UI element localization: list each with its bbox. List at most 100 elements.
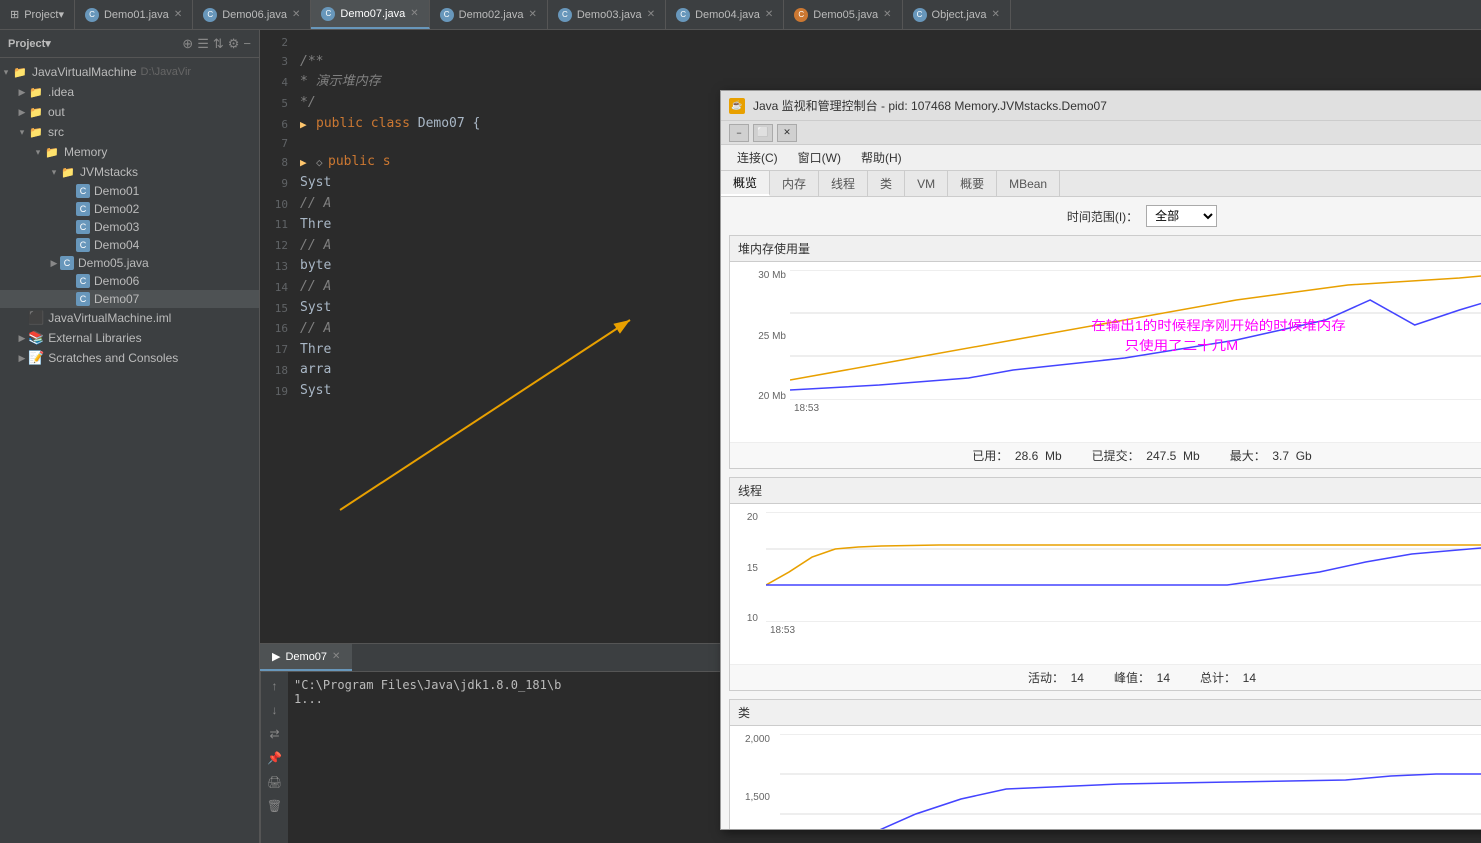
class-chart-svg bbox=[780, 734, 1481, 829]
demo05-label: Demo05.java bbox=[813, 9, 878, 21]
jvm-menu-bar: 连接(C) 窗口(W) 帮助(H) bbox=[721, 145, 1481, 171]
out-arrow: ▶ bbox=[16, 106, 28, 118]
btn-down[interactable]: ↓ bbox=[265, 700, 285, 720]
jvm-menu-connect[interactable]: 连接(C) bbox=[729, 147, 786, 168]
svg-text:只使用了二十几M: 只使用了二十几M bbox=[1125, 338, 1239, 353]
time-range-select[interactable]: 全部 1 分钟 5 分钟 10 分钟 bbox=[1146, 205, 1217, 227]
jvm-title-bar: ☕ Java 监视和管理控制台 - pid: 107468 Memory.JVM… bbox=[721, 91, 1481, 121]
btn-up[interactable]: ↑ bbox=[265, 676, 285, 696]
btn-wrap[interactable]: ⇄ bbox=[265, 724, 285, 744]
demo02-close[interactable]: ✕ bbox=[528, 9, 536, 20]
run-close[interactable]: ✕ bbox=[332, 651, 340, 662]
linecontent-3: /** bbox=[300, 52, 1481, 73]
src-icon: 📁 bbox=[28, 124, 44, 140]
sidebar-icon-minus[interactable]: − bbox=[243, 36, 251, 52]
heap-x-label: 18:53 bbox=[794, 403, 819, 414]
jvm-tab-overview[interactable]: 概览 bbox=[721, 171, 770, 196]
heap-chart-footer: 已用： 28.6 Mb 已提交： 247.5 Mb 最大： 3.7 Gb bbox=[730, 442, 1481, 468]
jvm-tab-summary[interactable]: 概要 bbox=[948, 171, 997, 196]
demo01-tree-label: Demo01 bbox=[94, 184, 139, 198]
thread-footer-total: 总计： 14 bbox=[1200, 669, 1256, 686]
svg-text:在输出1的时候程序刚开始的时候堆内存: 在输出1的时候程序刚开始的时候堆内存 bbox=[1091, 319, 1346, 333]
memory-icon: 📁 bbox=[44, 144, 60, 160]
heap-footer-committed: 已提交： 247.5 Mb bbox=[1092, 447, 1200, 464]
tab-object[interactable]: C Object.java ✕ bbox=[903, 0, 1011, 29]
tree-src[interactable]: ▾ 📁 src bbox=[0, 122, 259, 142]
thread-y-10: 10 bbox=[734, 613, 758, 624]
demo04-label: Demo04.java bbox=[695, 9, 760, 21]
tree-demo03[interactable]: C Demo03 bbox=[0, 218, 259, 236]
scratches-icon: 📝 bbox=[28, 350, 44, 366]
time-range-label: 时间范围(I)： bbox=[1067, 208, 1138, 225]
idea-label: .idea bbox=[48, 85, 74, 99]
tree-demo06[interactable]: C Demo06 bbox=[0, 272, 259, 290]
tree-memory[interactable]: ▾ 📁 Memory bbox=[0, 142, 259, 162]
sidebar-icon-align[interactable]: ⇅ bbox=[213, 36, 224, 52]
demo07-close[interactable]: ✕ bbox=[410, 8, 418, 19]
tree-demo05java[interactable]: ▶ C Demo05.java bbox=[0, 254, 259, 272]
tree-root[interactable]: ▾ 📁 JavaVirtualMachine D:\JavaVir bbox=[0, 62, 259, 82]
tab-demo01[interactable]: C Demo01.java ✕ bbox=[75, 0, 193, 29]
idea-icon: 📁 bbox=[28, 84, 44, 100]
tree-iml[interactable]: ⬛ JavaVirtualMachine.iml bbox=[0, 308, 259, 328]
thread-chart-title: 线程 bbox=[730, 478, 1481, 504]
linenum-12: 12 bbox=[260, 237, 300, 255]
demo05-icon: C bbox=[794, 8, 808, 22]
thread-chart-body: 20 15 10 bbox=[730, 504, 1481, 664]
sidebar-icon-gear[interactable]: ⚙ bbox=[228, 36, 240, 52]
jvm-tab-mbean[interactable]: MBean bbox=[997, 171, 1060, 196]
object-icon: C bbox=[913, 8, 927, 22]
marker-8: ◇ bbox=[316, 154, 328, 172]
jvm-secondary-bar: − ⬜ ✕ bbox=[721, 121, 1481, 145]
tree-jvmstacks[interactable]: ▾ 📁 JVMstacks bbox=[0, 162, 259, 182]
object-close[interactable]: ✕ bbox=[992, 9, 1000, 20]
jvm-tab-memory[interactable]: 内存 bbox=[770, 171, 819, 196]
jvm-tab-thread[interactable]: 线程 bbox=[819, 171, 868, 196]
tree-out[interactable]: ▶ 📁 out bbox=[0, 102, 259, 122]
tab-demo07[interactable]: C Demo07.java ✕ bbox=[311, 0, 429, 29]
tree-demo04[interactable]: C Demo04 bbox=[0, 236, 259, 254]
demo06-close[interactable]: ✕ bbox=[292, 9, 300, 20]
sidebar-icon-list[interactable]: ☰ bbox=[197, 36, 209, 52]
btn-print[interactable]: 🖨 bbox=[265, 772, 285, 792]
tab-demo02[interactable]: C Demo02.java ✕ bbox=[430, 0, 548, 29]
linenum-2: 2 bbox=[260, 34, 300, 52]
demo05-close[interactable]: ✕ bbox=[883, 9, 891, 20]
tree-scratches[interactable]: ▶ 📝 Scratches and Consoles bbox=[0, 348, 259, 368]
tab-demo03[interactable]: C Demo03.java ✕ bbox=[548, 0, 666, 29]
tab-demo04[interactable]: C Demo04.java ✕ bbox=[666, 0, 784, 29]
demo02-icon: C bbox=[440, 8, 454, 22]
tab-project[interactable]: ⊞ Project▾ bbox=[0, 0, 75, 29]
tree-demo07[interactable]: C Demo07 bbox=[0, 290, 259, 308]
jvm-window: ☕ Java 监视和管理控制台 - pid: 107468 Memory.JVM… bbox=[720, 90, 1481, 830]
btn-pin[interactable]: 📌 bbox=[265, 748, 285, 768]
jvm-tabs: 概览 内存 线程 类 VM 概要 MBean ● bbox=[721, 171, 1481, 197]
jvm-menu-help[interactable]: 帮助(H) bbox=[853, 147, 910, 168]
tree-external[interactable]: ▶ 📚 External Libraries bbox=[0, 328, 259, 348]
bottom-tab-run[interactable]: ▶ Demo07 ✕ bbox=[260, 644, 352, 671]
demo04-close[interactable]: ✕ bbox=[765, 9, 773, 20]
btn-trash[interactable]: 🗑 bbox=[265, 796, 285, 816]
linenum-7: 7 bbox=[260, 135, 300, 153]
tab-demo06[interactable]: C Demo06.java ✕ bbox=[193, 0, 311, 29]
demo02-label: Demo02.java bbox=[459, 9, 524, 21]
demo03-close[interactable]: ✕ bbox=[647, 9, 655, 20]
jvm-sec-btn1[interactable]: − bbox=[729, 124, 749, 142]
jvm-menu-window[interactable]: 窗口(W) bbox=[790, 147, 849, 168]
jvm-tab-vm[interactable]: VM bbox=[905, 171, 948, 196]
tree-demo01[interactable]: C Demo01 bbox=[0, 182, 259, 200]
jvm-tab-class[interactable]: 类 bbox=[868, 171, 905, 196]
linenum-5: 5 bbox=[260, 95, 300, 113]
idea-arrow: ▶ bbox=[16, 86, 28, 98]
tab-demo05[interactable]: C Demo05.java ✕ bbox=[784, 0, 902, 29]
tree-idea[interactable]: ▶ 📁 .idea bbox=[0, 82, 259, 102]
demo03-tree-icon: C bbox=[76, 220, 90, 234]
sidebar-icon-settings[interactable]: ⊕ bbox=[182, 36, 193, 52]
scratches-label: Scratches and Consoles bbox=[48, 351, 178, 365]
class-y-2000: 2,000 bbox=[734, 734, 770, 745]
tree-demo02[interactable]: C Demo02 bbox=[0, 200, 259, 218]
demo01-close[interactable]: ✕ bbox=[174, 9, 182, 20]
jvm-sec-btn3[interactable]: ✕ bbox=[777, 124, 797, 142]
ide-container: ⊞ Project▾ C Demo01.java ✕ C Demo06.java… bbox=[0, 0, 1481, 843]
jvm-sec-btn2[interactable]: ⬜ bbox=[753, 124, 773, 142]
